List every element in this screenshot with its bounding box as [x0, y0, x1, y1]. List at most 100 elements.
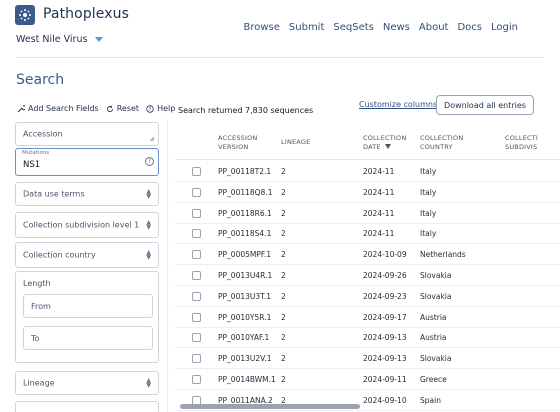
row-checkbox[interactable]: [192, 291, 201, 301]
accession-cell[interactable]: PP_0013U2V.1: [218, 354, 271, 363]
table-row[interactable]: PP_0014BWM.1 2 2024-09-11 Greece: [175, 369, 560, 390]
table-row[interactable]: PP_00118R6.1 2 2024-11 Italy: [175, 203, 560, 224]
row-checkbox[interactable]: [192, 271, 201, 280]
column-lineage[interactable]: LINEAGE: [281, 138, 310, 147]
column-country-line2: COUNTRY: [420, 142, 453, 151]
row-checkbox[interactable]: [192, 167, 201, 176]
table-row[interactable]: PP_00118S4.1 2 2024-11 Italy: [175, 223, 560, 245]
resize-handle-icon[interactable]: [149, 136, 155, 142]
row-checkbox[interactable]: [192, 312, 201, 322]
collection-date-cell: 2024-09-26: [363, 271, 407, 280]
lineage-cell: 2: [281, 229, 286, 239]
column-subdiv-line2: SUBDIVIS: [505, 142, 538, 151]
table-row[interactable]: PP_0013U4R.1 2 2024-09-26 Slovakia: [175, 265, 560, 286]
row-checkbox[interactable]: [192, 354, 201, 364]
collection-country-cell: Italy: [420, 187, 437, 197]
nav-browse[interactable]: Browse: [243, 22, 279, 33]
nav-seqsets[interactable]: SeqSets: [333, 22, 373, 33]
collection-date-cell: 2024-09-10: [363, 395, 407, 405]
lineage-cell: 2: [281, 333, 286, 343]
collection-country-cell: Netherlands: [420, 250, 466, 260]
table-row[interactable]: PP_00118T2.1 2 2024-11 Italy: [175, 161, 560, 182]
collection-country-cell: Spain: [420, 395, 441, 405]
row-checkbox[interactable]: [192, 229, 201, 239]
collection-country-cell: Austria: [420, 312, 447, 322]
lineage-label: Lineage: [23, 378, 55, 388]
column-date-line1: COLLECTION: [363, 134, 407, 142]
help-button[interactable]: ? Help: [146, 104, 175, 113]
subdivision-label: Collection subdivision level 1: [23, 220, 140, 230]
organism-selector[interactable]: West Nile Virus: [16, 34, 104, 45]
nav-login[interactable]: Login: [491, 22, 518, 33]
row-checkbox[interactable]: [192, 375, 201, 384]
lineage-cell: 2: [281, 250, 286, 260]
accession-cell[interactable]: PP_00118S4.1: [218, 229, 271, 238]
accession-cell[interactable]: PP_00118Q8.1: [218, 188, 273, 197]
nav-news[interactable]: News: [383, 22, 410, 33]
length-from-input[interactable]: From: [23, 294, 153, 318]
add-search-fields-button[interactable]: Add Search Fields: [17, 104, 99, 113]
mutations-field[interactable]: Mutations NS1 ?: [15, 148, 159, 176]
accession-field[interactable]: Accession: [15, 122, 159, 146]
row-checkbox[interactable]: [192, 333, 201, 343]
lineage-cell: 2: [281, 312, 286, 322]
table-row[interactable]: PP_0013U2V.1 2 2024-09-13 Slovakia: [175, 348, 560, 370]
next-filter-field[interactable]: [15, 401, 159, 412]
nav-submit[interactable]: Submit: [289, 22, 324, 33]
pathoplexus-logo[interactable]: [15, 5, 35, 25]
reset-label: Reset: [116, 104, 140, 113]
accession-cell[interactable]: PP_0013U4R.1: [218, 271, 272, 280]
table-row[interactable]: PP_0013U3T.1 2 2024-09-23 Slovakia: [175, 286, 560, 307]
wrench-icon: [17, 104, 25, 112]
accession-cell[interactable]: PP_0005MPF.1: [218, 250, 271, 259]
row-checkbox[interactable]: [192, 208, 201, 218]
logo-icon: [19, 9, 31, 21]
collection-date-cell: 2024-11: [363, 229, 395, 239]
table-row[interactable]: PP_0005MPF.1 2 2024-10-09 Netherlands: [175, 244, 560, 266]
accession-cell[interactable]: PP_00118R6.1: [218, 209, 272, 218]
brand-name[interactable]: Pathoplexus: [43, 6, 129, 22]
collection-country-cell: Austria: [420, 333, 447, 343]
column-subdiv-line1: COLLECTI: [505, 134, 539, 142]
nav-about[interactable]: About: [419, 22, 449, 33]
mutations-help-icon[interactable]: ?: [145, 157, 154, 166]
subdivision-select[interactable]: Collection subdivision level 1 ▲ ▼: [15, 212, 159, 238]
nav-docs[interactable]: Docs: [457, 22, 482, 33]
accession-cell[interactable]: PP_0010Y5R.1: [218, 313, 271, 322]
data-use-terms-select[interactable]: Data use terms ▲ ▼: [15, 182, 159, 206]
customize-columns-link[interactable]: Customize columns: [359, 100, 437, 109]
row-checkbox[interactable]: [192, 250, 201, 260]
collection-date-cell: 2024-09-23: [363, 291, 407, 301]
search-sidebar: Accession Mutations NS1 ? Data use terms…: [9, 118, 167, 412]
table-row[interactable]: PP_0010Y5R.1 2 2024-09-17 Austria: [175, 307, 560, 328]
table-row[interactable]: PP_00118Q8.1 2 2024-11 Italy: [175, 182, 560, 203]
collection-date-cell: 2024-11: [363, 187, 395, 197]
column-collection-country[interactable]: COLLECTION COUNTRY: [420, 134, 463, 151]
horizontal-scrollbar[interactable]: [180, 404, 360, 409]
accession-cell[interactable]: PP_0014BWM.1: [218, 375, 276, 384]
download-all-button[interactable]: Download all entries: [436, 95, 534, 115]
column-accession-version[interactable]: ACCESSION VERSION: [218, 134, 257, 151]
lineage-cell: 2: [281, 187, 286, 197]
collection-country-cell: Slovakia: [420, 354, 452, 364]
length-to-input[interactable]: To: [23, 326, 153, 350]
mutations-input[interactable]: NS1: [23, 160, 40, 170]
page-title: Search: [16, 72, 65, 88]
accession-cell[interactable]: PP_0010YAF.1: [218, 333, 269, 342]
length-label: Length: [23, 279, 51, 288]
lineage-select[interactable]: Lineage ▲ ▼: [15, 371, 159, 395]
row-checkbox[interactable]: [192, 187, 201, 197]
data-use-terms-label: Data use terms: [23, 189, 85, 199]
column-collection-subdivision[interactable]: COLLECTI SUBDIVIS: [505, 134, 538, 151]
select-arrows-icon: ▲ ▼: [146, 377, 151, 389]
results-table: ACCESSION VERSION LINEAGE COLLECTION DAT…: [175, 128, 560, 412]
header-divider: [16, 57, 544, 58]
reset-button[interactable]: Reset: [106, 104, 139, 113]
accession-cell[interactable]: PP_0013U3T.1: [218, 292, 271, 301]
accession-cell[interactable]: PP_00118T2.1: [218, 167, 271, 176]
collection-country-cell: Greece: [420, 375, 447, 384]
collection-country-cell: Slovakia: [420, 291, 452, 301]
table-row[interactable]: PP_0010YAF.1 2 2024-09-13 Austria: [175, 327, 560, 349]
country-select[interactable]: Collection country ▲ ▼: [15, 242, 159, 268]
column-collection-date[interactable]: COLLECTION DATE: [363, 134, 406, 151]
